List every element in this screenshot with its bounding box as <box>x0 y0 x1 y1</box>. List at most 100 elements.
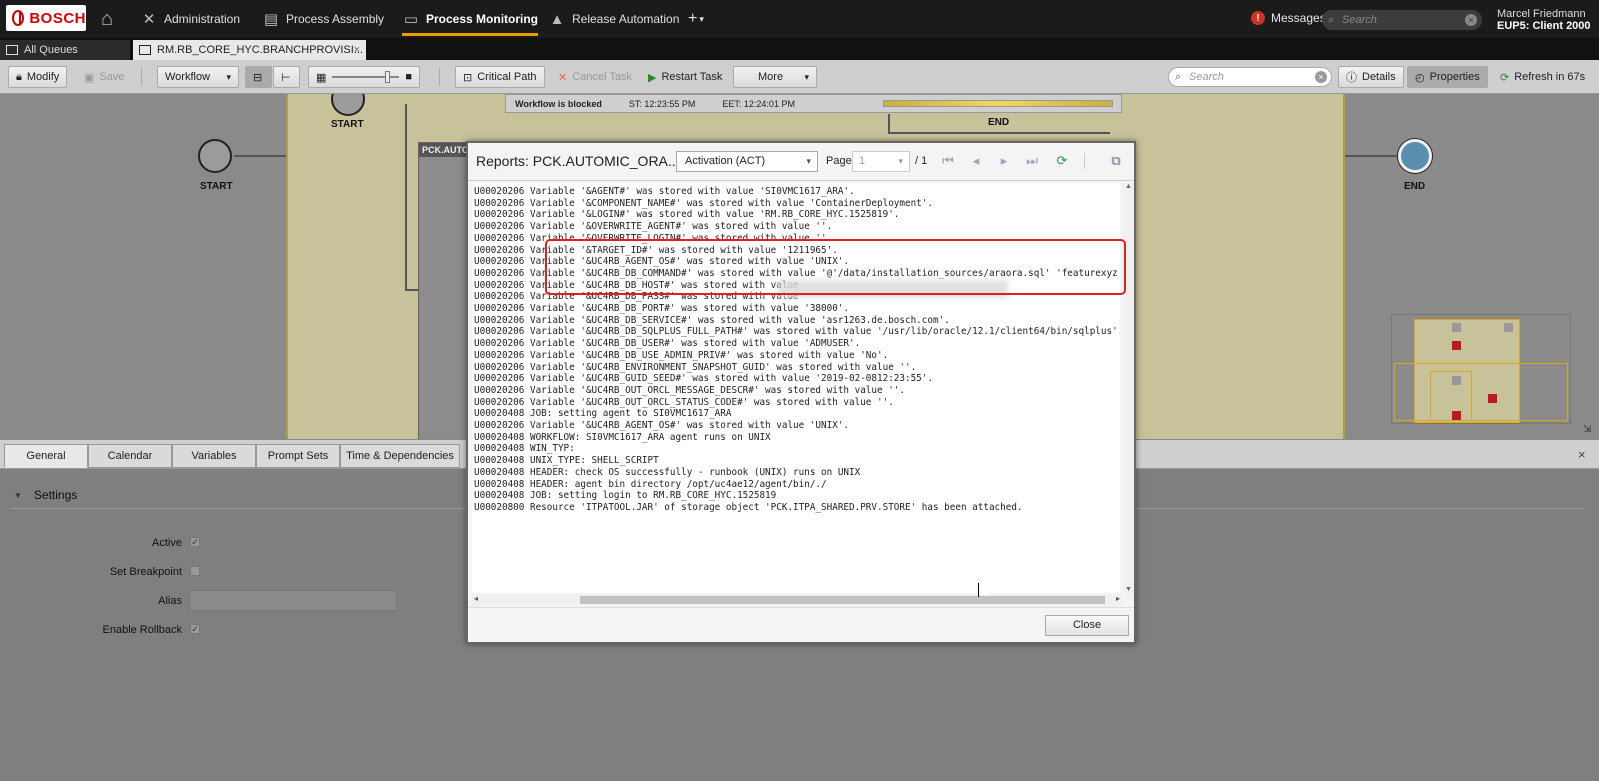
sub-workflow-title: PCK.AUTOM <box>419 143 476 157</box>
workflow-status-text: Workflow is blocked <box>515 98 602 109</box>
modify-button[interactable]: 🔒︎ Modify <box>8 66 68 88</box>
tab-workflow[interactable]: RM.RB_CORE_HYC.BRANCHPROVISI... × <box>133 40 366 60</box>
nav-administration[interactable]: ✕ Administration <box>140 0 240 38</box>
report-type-select[interactable]: Activation (ACT) ▾ <box>676 151 818 172</box>
save-icon: ▣ <box>84 71 95 84</box>
tab-calendar[interactable]: Calendar <box>88 444 172 468</box>
breakpoint-checkbox[interactable] <box>190 566 200 576</box>
workflow-search-input[interactable]: ⌕ Search × <box>1168 67 1332 87</box>
tab-variables[interactable]: Variables <box>172 444 256 468</box>
log-line: U00020206 Variable '&UC4RB_DB_USER#' was… <box>474 338 861 350</box>
collapse-icon: ▼ <box>14 490 22 500</box>
more-menu-button[interactable]: More ▾ <box>733 66 817 88</box>
chevron-down-icon: ▾ <box>804 71 809 82</box>
scroll-up-icon[interactable]: ▲ <box>1125 183 1132 190</box>
nav-release-automation[interactable]: ▲ Release Automation <box>548 0 680 38</box>
save-button[interactable]: ▣ Save <box>76 66 132 88</box>
active-label: Active <box>152 537 182 549</box>
scroll-thumb[interactable] <box>580 596 1105 604</box>
last-page-icon[interactable]: ⏭ <box>1024 153 1040 169</box>
zoom-slider[interactable]: ▦ ■ <box>308 66 420 88</box>
rocket-icon: ▲ <box>549 10 565 28</box>
tab-all-queues[interactable]: All Queues <box>0 40 130 60</box>
connector-line <box>405 104 407 289</box>
properties-icon: ◴ <box>1415 71 1425 84</box>
global-search-input[interactable]: ⌕ Search × <box>1322 10 1482 30</box>
critical-path-button[interactable]: ⊡ Critical Path <box>455 66 545 88</box>
close-tab-icon[interactable]: × <box>354 44 360 56</box>
divider <box>1084 153 1085 169</box>
details-button[interactable]: ⓘ Details <box>1338 66 1404 88</box>
workflow-view-select[interactable]: Workflow ▾ <box>157 66 239 88</box>
refresh-button[interactable]: ⟳ Refresh in 67s <box>1492 66 1593 88</box>
search-icon: ⌕ <box>1175 71 1182 83</box>
messages-button[interactable]: ! Messages <box>1251 11 1326 25</box>
layout-horizontal-button[interactable]: ⊟ <box>245 66 272 88</box>
settings-section-header[interactable]: ▼ Settings <box>14 488 77 502</box>
horizontal-scrollbar[interactable]: ◂ ▸ <box>472 594 1122 606</box>
open-external-icon[interactable]: ⧉ <box>1108 153 1124 169</box>
first-page-icon[interactable]: ⏮ <box>940 153 956 169</box>
tools-icon: ✕ <box>142 11 156 28</box>
start-node[interactable] <box>198 139 232 173</box>
bosch-logo[interactable]: BOSCH <box>6 5 86 31</box>
layout-tree-icon: ⊢ <box>281 71 291 84</box>
grid-icon: ▦ <box>316 71 327 84</box>
previous-page-icon[interactable]: ◂ <box>968 153 984 169</box>
end-node[interactable] <box>1398 139 1432 173</box>
active-checkbox[interactable]: ✓ <box>190 537 200 547</box>
chevron-down-icon: ▾ <box>226 71 231 82</box>
log-line: U00020206 Variable '&COMPONENT_NAME#' wa… <box>474 197 933 209</box>
clear-icon[interactable]: × <box>1465 14 1477 26</box>
rollback-checkbox[interactable]: ✓ <box>190 624 200 634</box>
dialog-title: Reports: PCK.AUTOMIC_ORA... <box>476 153 680 169</box>
chevron-down-icon: ▾ <box>898 156 903 166</box>
home-button[interactable]: ⌂ <box>92 0 122 38</box>
user-info[interactable]: Marcel Friedmann EUP5: Client 2000 <box>1497 8 1591 32</box>
properties-button[interactable]: ◴ Properties <box>1407 66 1488 88</box>
monitor-icon: ▭ <box>403 11 419 28</box>
toolbar-divider <box>141 68 142 86</box>
nav-process-monitoring[interactable]: ▭ Process Monitoring <box>402 0 539 38</box>
connector-line <box>888 114 890 132</box>
connector-line <box>1345 155 1397 157</box>
queue-icon <box>6 45 18 55</box>
page-select[interactable]: 1 ▾ <box>852 151 910 172</box>
minimap-viewport[interactable] <box>1394 363 1568 421</box>
tab-bar: All Queues RM.RB_CORE_HYC.BRANCHPROVISI.… <box>0 38 1599 60</box>
progress-bar <box>883 100 1113 107</box>
connector-line <box>888 132 1110 134</box>
reports-dialog: Reports: PCK.AUTOMIC_ORA... Activation (… <box>466 141 1136 644</box>
scroll-left-icon[interactable]: ◂ <box>474 594 478 603</box>
clear-icon[interactable]: × <box>1315 71 1327 83</box>
cancel-task-button[interactable]: ✕ Cancel Task <box>550 66 640 88</box>
scroll-right-icon[interactable]: ▸ <box>1116 594 1120 603</box>
restart-task-button[interactable]: ▶ Restart Task <box>640 66 730 88</box>
log-line: U00020206 Variable '&UC4RB_OUT_ORCL_STAT… <box>474 396 894 408</box>
nav-process-assembly[interactable]: ▤ Process Assembly <box>262 0 384 38</box>
next-page-icon[interactable]: ▸ <box>996 153 1012 169</box>
dialog-footer: Close <box>468 607 1134 642</box>
page-total: / 1 <box>915 155 928 167</box>
lock-icon: 🔒︎ <box>16 70 22 83</box>
alias-input[interactable] <box>189 590 397 611</box>
layout-vertical-button[interactable]: ⊢ <box>273 66 300 88</box>
log-line: U00020408 UNIX_TYPE: SHELL_SCRIPT <box>474 455 659 467</box>
layout-icon: ⊟ <box>253 71 263 84</box>
tab-prompt-sets[interactable]: Prompt Sets <box>256 444 340 468</box>
chevron-down-icon: ▾ <box>699 13 704 24</box>
workflow-minimap[interactable] <box>1391 314 1571 424</box>
log-line: U00020206 Variable '&UC4RB_DB_PORT#' was… <box>474 303 850 315</box>
close-panel-icon[interactable]: × <box>1578 447 1586 462</box>
fit-icon: ■ <box>405 71 412 83</box>
tab-time-dependencies[interactable]: Time & Dependencies <box>340 444 460 468</box>
zoom-track[interactable] <box>332 71 400 83</box>
close-button[interactable]: Close <box>1045 615 1129 636</box>
add-perspective-button[interactable]: + ▾ <box>688 0 704 38</box>
refresh-icon[interactable]: ⟳ <box>1054 153 1070 169</box>
log-line: U00020206 Variable '&UC4RB_GUID_SEED#' w… <box>474 373 933 385</box>
resize-corner-icon[interactable]: ⇲ <box>1583 424 1591 435</box>
zoom-handle[interactable] <box>384 71 390 83</box>
tab-general[interactable]: General <box>4 444 88 468</box>
scroll-down-icon[interactable]: ▼ <box>1125 586 1132 593</box>
